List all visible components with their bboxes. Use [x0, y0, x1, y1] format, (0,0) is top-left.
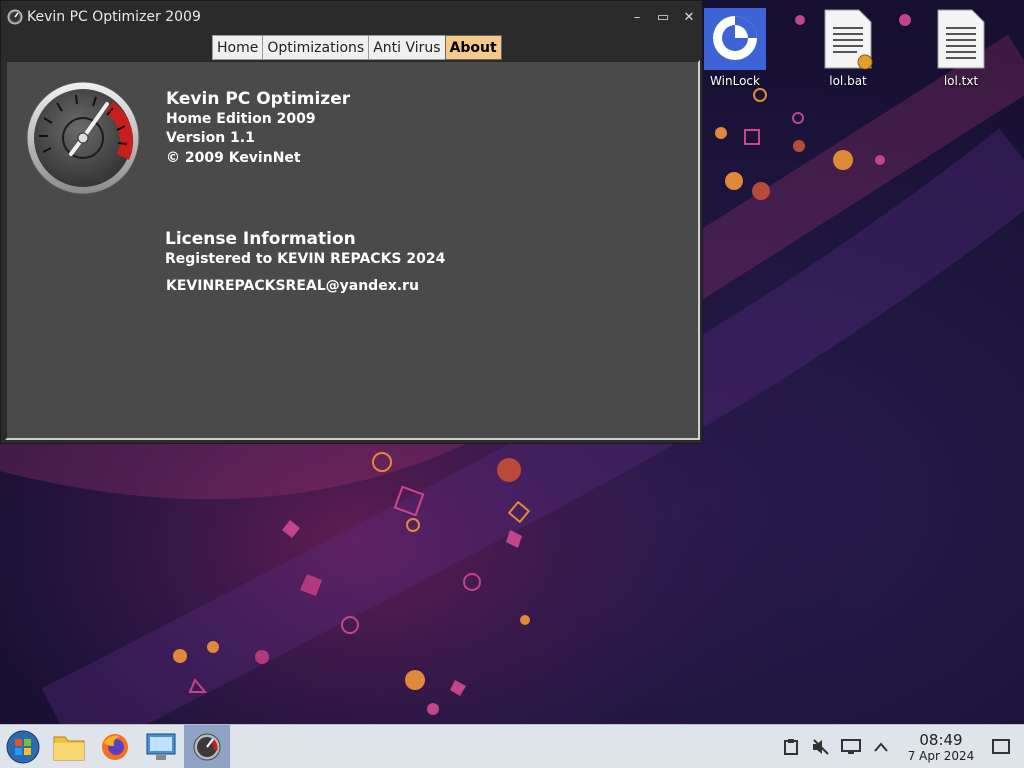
- tab-optimizations[interactable]: Optimizations: [262, 35, 370, 60]
- about-panel: Kevin PC Optimizer Home Edition 2009 Ver…: [5, 60, 700, 440]
- taskbar-file-manager[interactable]: [46, 725, 92, 768]
- edition-text: Home Edition 2009: [166, 111, 316, 127]
- desktop-icon-winlock[interactable]: WinLock: [695, 8, 775, 88]
- license-heading: License Information: [165, 229, 356, 249]
- volume-muted-icon[interactable]: [806, 725, 836, 768]
- clock-date: 7 Apr 2024: [907, 749, 975, 763]
- chevron-up-icon[interactable]: [866, 725, 896, 768]
- license-email: KEVINREPACKSREAL@yandex.ru: [166, 278, 419, 294]
- copyright-text: © 2009 KevinNet: [166, 150, 301, 166]
- tab-bar: Home Optimizations Anti Virus About: [212, 35, 502, 60]
- start-menu-icon: [6, 730, 40, 763]
- maximize-button[interactable]: ▭: [650, 5, 676, 29]
- window-title: Kevin PC Optimizer 2009: [27, 9, 201, 25]
- desktop-icon-label: lol.bat: [829, 74, 867, 88]
- tab-home[interactable]: Home: [212, 35, 264, 60]
- text-file-icon: [937, 9, 985, 69]
- taskbar-clock[interactable]: 08:49 7 Apr 2024: [902, 731, 980, 763]
- clock-time: 08:49: [919, 731, 963, 749]
- window-titlebar[interactable]: Kevin PC Optimizer 2009 – ▭ ✕: [1, 1, 702, 33]
- tab-anti-virus[interactable]: Anti Virus: [368, 35, 446, 60]
- close-button[interactable]: ✕: [676, 5, 702, 29]
- start-button[interactable]: [0, 725, 46, 768]
- product-name: Kevin PC Optimizer: [166, 89, 351, 109]
- batch-file-icon: [824, 9, 873, 70]
- app-gauge-icon: [7, 9, 23, 25]
- registered-to-text: Registered to KEVIN REPACKS 2024: [165, 251, 446, 267]
- optimizer-window: Kevin PC Optimizer 2009 – ▭ ✕ Home Optim…: [0, 0, 703, 444]
- taskbar: 08:49 7 Apr 2024: [0, 724, 1024, 768]
- tab-about[interactable]: About: [444, 35, 502, 60]
- show-desktop-icon[interactable]: [986, 725, 1016, 768]
- taskbar-firefox[interactable]: [92, 725, 138, 768]
- version-text: Version 1.1: [166, 130, 255, 146]
- desktop-icon-label: lol.txt: [943, 74, 979, 88]
- winlock-icon: [704, 8, 766, 70]
- minimize-button[interactable]: –: [624, 5, 650, 29]
- desktop-icon-lol-bat[interactable]: lol.bat: [808, 8, 888, 88]
- firefox-icon: [102, 733, 128, 760]
- clipboard-icon[interactable]: [776, 725, 806, 768]
- network-icon[interactable]: [836, 725, 866, 768]
- taskbar-control-panel[interactable]: [138, 725, 184, 768]
- control-panel-icon: [146, 733, 176, 760]
- speedometer-logo-icon: [26, 81, 140, 195]
- taskbar-kevin-optimizer[interactable]: [184, 724, 230, 768]
- desktop-icon-lol-txt[interactable]: lol.txt: [921, 8, 1001, 88]
- system-tray: 08:49 7 Apr 2024: [776, 725, 1024, 768]
- file-manager-icon: [53, 736, 85, 760]
- kevin-optimizer-icon: [193, 733, 221, 760]
- desktop-icon-label: WinLock: [710, 74, 760, 88]
